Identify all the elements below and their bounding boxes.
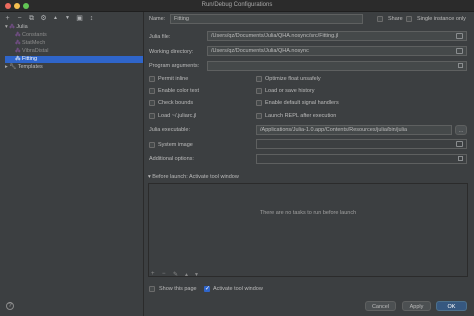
julia-icon: ⁂	[9, 24, 15, 30]
window-title: Run/Debug Configurations	[201, 2, 273, 8]
move-task-down-icon[interactable]: ▼	[194, 272, 199, 278]
julia-file-icon: ⁂	[15, 48, 21, 54]
expand-arrow-icon[interactable]: ▾	[5, 24, 8, 30]
system-image-label: System image	[158, 142, 193, 148]
show-page-label: Show this page	[159, 286, 197, 292]
program-arguments-input[interactable]	[207, 61, 467, 71]
title-bar: Run/Debug Configurations	[0, 0, 474, 12]
show-page-checkbox[interactable]	[149, 286, 155, 292]
single-instance-label: Single instance only	[417, 16, 466, 22]
collapse-arrow-icon[interactable]: ▾	[148, 174, 151, 180]
additional-options-input[interactable]	[256, 154, 467, 164]
empty-tasks-text: There are no tasks to run before launch	[259, 210, 357, 216]
julia-file-icon: ⁂	[15, 40, 21, 46]
sort-icon[interactable]: ↕	[88, 15, 95, 22]
enable-default-signal-checkbox[interactable]	[256, 100, 262, 106]
cancel-button[interactable]: Cancel	[365, 301, 396, 311]
optimize-float-checkbox[interactable]	[256, 76, 262, 82]
move-up-icon[interactable]: ▲	[52, 15, 59, 22]
settings-icon[interactable]: ⚙	[40, 15, 47, 22]
enable-default-signal-label: Enable default signal handlers	[265, 100, 339, 106]
browse-executable-button[interactable]: …	[455, 125, 467, 135]
expand-icon[interactable]	[458, 63, 463, 68]
tree-item-label: Templates	[17, 64, 43, 70]
optimize-float-label: Optimize float unsafely	[265, 76, 321, 82]
browse-folder-icon[interactable]	[456, 33, 463, 39]
copy-config-icon[interactable]: ⧉	[28, 15, 35, 22]
browse-folder-icon[interactable]	[456, 141, 463, 147]
tree-toolbar: + − ⧉ ⚙ ▲ ▼ ▣ ↕	[4, 14, 95, 22]
help-button[interactable]: ?	[6, 302, 14, 310]
launch-repl-checkbox[interactable]	[256, 113, 262, 119]
move-down-icon[interactable]: ▼	[64, 15, 71, 22]
before-launch-task-list: There are no tasks to run before launch	[148, 183, 468, 277]
tree-item-templates[interactable]: ▸ 🔧︎ Templates	[5, 64, 143, 71]
julia-file-input[interactable]: /Users/qz/Documents/Julia/QHA.nosync/src…	[207, 31, 467, 41]
check-bounds-checkbox[interactable]	[149, 100, 155, 106]
enable-color-text-label: Enable color text	[158, 88, 199, 94]
tree-item-statmech[interactable]: ⁂ StatMech	[15, 40, 143, 47]
add-task-icon[interactable]: +	[151, 271, 155, 277]
working-directory-input[interactable]: /Users/qz/Documents/Julia/QHA.nosync	[207, 46, 467, 56]
before-launch-header[interactable]: ▾ Before launch: Activate tool window	[148, 174, 239, 180]
tree-item-label: StatMech	[22, 40, 46, 46]
remove-config-icon[interactable]: −	[16, 15, 23, 22]
julia-file-icon: ⁂	[15, 56, 21, 62]
expand-icon[interactable]	[458, 156, 463, 161]
tree-item-fitting[interactable]: ⁂ Fitting	[5, 56, 143, 63]
load-juliarc-checkbox[interactable]	[149, 113, 155, 119]
tree-item-constants[interactable]: ⁂ Constants	[15, 32, 143, 39]
tree-item-label: Constants	[22, 32, 47, 38]
wrench-icon: 🔧︎	[9, 64, 17, 70]
browse-folder-icon[interactable]	[456, 48, 463, 54]
enable-color-text-checkbox[interactable]	[149, 88, 155, 94]
permit-inline-checkbox[interactable]	[149, 76, 155, 82]
activate-tool-window-label: Activate tool window	[213, 286, 263, 292]
name-label: Name:	[149, 16, 166, 22]
tree-item-label: Fitting	[22, 56, 38, 62]
permit-inline-label: Permit inline	[158, 76, 189, 82]
folder-icon[interactable]: ▣	[76, 15, 83, 22]
julia-file-icon: ⁂	[15, 32, 21, 38]
remove-task-icon[interactable]: −	[162, 271, 166, 277]
check-bounds-label: Check bounds	[158, 100, 194, 106]
share-checkbox[interactable]	[377, 16, 383, 22]
ok-button[interactable]: OK	[436, 301, 467, 311]
tree-item-label: VibraDistal	[22, 48, 49, 54]
edit-task-icon[interactable]: ✎	[173, 271, 178, 278]
apply-button[interactable]: Apply	[402, 301, 431, 311]
system-image-checkbox[interactable]	[149, 142, 155, 148]
load-save-history-checkbox[interactable]	[256, 88, 262, 94]
load-juliarc-label: Load ~/.juliarc.jl	[158, 113, 197, 119]
add-config-icon[interactable]: +	[4, 15, 11, 22]
before-launch-title: Before launch: Activate tool window	[152, 174, 239, 180]
share-label: Share	[388, 16, 403, 22]
single-instance-checkbox[interactable]	[406, 16, 412, 22]
program-arguments-label: Program arguments:	[149, 63, 200, 69]
julia-file-label: Julia file:	[149, 34, 171, 40]
move-task-up-icon[interactable]: ▲	[184, 272, 189, 278]
name-input[interactable]: Fitting	[170, 14, 363, 24]
tree-item-julia[interactable]: ▾ ⁂ Julia	[5, 24, 143, 31]
activate-tool-window-checkbox[interactable]	[204, 285, 210, 292]
tree-item-label: Julia	[16, 24, 28, 30]
collapse-arrow-icon[interactable]: ▸	[5, 64, 8, 70]
julia-executable-label: Julia executable:	[149, 127, 190, 133]
load-save-history-label: Load or save history	[265, 88, 315, 94]
system-image-input[interactable]	[256, 139, 467, 149]
additional-options-label: Additional options:	[149, 156, 194, 162]
julia-executable-input[interactable]: /Applications/Julia-1.0.app/Contents/Res…	[256, 125, 452, 135]
tree-item-vibradistal[interactable]: ⁂ VibraDistal	[15, 48, 143, 55]
launch-repl-label: Launch REPL after execution	[265, 113, 337, 119]
working-directory-label: Working directory:	[149, 49, 194, 55]
